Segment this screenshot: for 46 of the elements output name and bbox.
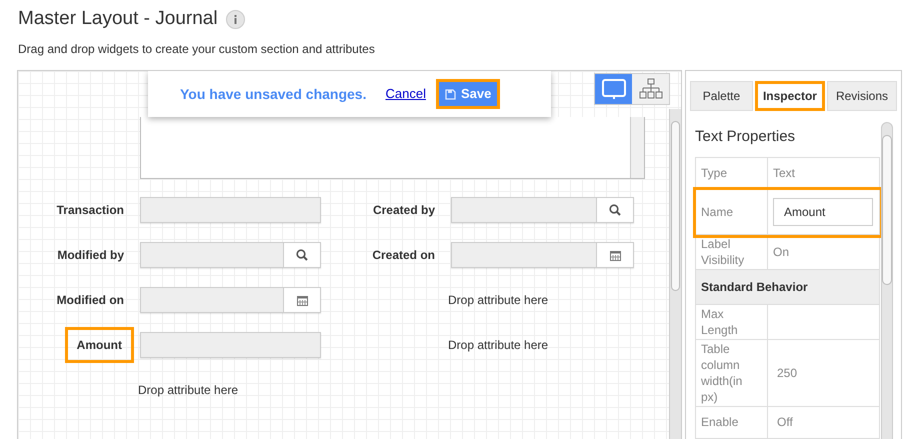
drop-zone[interactable]: Drop attribute here: [446, 289, 550, 311]
canvas-scrollbar[interactable]: [669, 109, 681, 439]
property-value: On: [773, 244, 790, 260]
field-label: Modified by: [57, 247, 124, 264]
property-name: Enable: [701, 414, 738, 430]
page-title: Master Layout - Journal: [18, 6, 218, 31]
date-field[interactable]: [451, 242, 634, 268]
lookup-field[interactable]: [140, 242, 321, 268]
property-value: 250: [777, 364, 798, 382]
drop-zone[interactable]: Drop attribute here: [446, 334, 550, 356]
property-name: Name: [701, 204, 734, 220]
text-area-widget[interactable]: [140, 117, 645, 179]
panel-tab[interactable]: Inspector: [754, 81, 825, 111]
field-label: Created by: [372, 202, 435, 219]
hierarchy-view-button[interactable]: [632, 74, 669, 104]
info-icon[interactable]: [226, 10, 245, 28]
property-name: Label Visibility: [701, 236, 746, 268]
panel-title: Text Properties: [695, 127, 796, 147]
desktop-view-button[interactable]: [595, 74, 632, 104]
scrollbar[interactable]: [630, 117, 644, 178]
cancel-link[interactable]: Cancel: [385, 84, 426, 104]
field-label: Modified on: [56, 292, 124, 309]
input-field[interactable]: [140, 197, 321, 223]
page-subtitle: Drag and drop widgets to create your custom section and attributes: [18, 41, 376, 58]
lookup-field[interactable]: [451, 197, 634, 223]
calendar-icon[interactable]: [610, 250, 620, 260]
property-name: Table column width(in px): [701, 340, 744, 404]
field-label: Amount: [68, 330, 131, 360]
panel-tab[interactable]: Revisions: [826, 81, 897, 111]
unsaved-changes-message: You have unsaved changes.: [180, 84, 366, 104]
calendar-icon[interactable]: [296, 294, 308, 306]
panel-tab[interactable]: Palette: [690, 81, 753, 111]
property-value: Text: [773, 165, 796, 182]
input-field[interactable]: [140, 332, 321, 358]
name-input[interactable]: Amount: [773, 198, 873, 226]
search-icon[interactable]: [609, 204, 621, 216]
property-name: Max Length: [701, 306, 739, 338]
search-icon[interactable]: [296, 249, 308, 261]
date-field[interactable]: [140, 287, 321, 313]
panel-scrollbar[interactable]: [881, 122, 893, 439]
field-label: Transaction: [56, 202, 124, 219]
property-name: Type: [701, 165, 728, 181]
field-label: Created on: [372, 247, 435, 264]
property-value: Off: [777, 414, 793, 431]
section-heading: Standard Behavior: [701, 278, 808, 296]
drop-zone[interactable]: Drop attribute here: [136, 379, 240, 401]
